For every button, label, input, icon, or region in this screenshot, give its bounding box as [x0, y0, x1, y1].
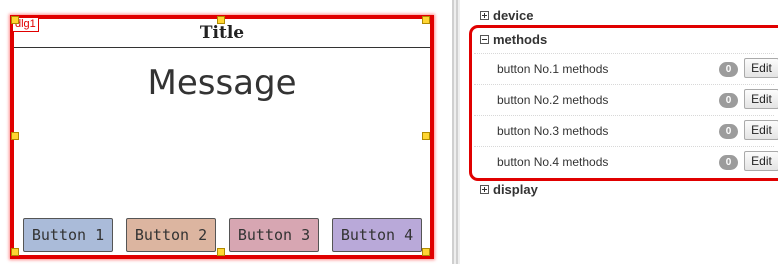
method-label: button No.2 methods — [497, 93, 609, 107]
edit-button-3[interactable]: Edit — [744, 120, 778, 140]
collapse-icon[interactable] — [480, 35, 489, 45]
design-canvas[interactable]: Title Message Button 1 Button 2 Button 3… — [0, 0, 452, 264]
section-display-label: display — [493, 182, 538, 197]
dialog-button-3[interactable]: Button 3 — [229, 218, 319, 252]
edit-button-1[interactable]: Edit — [744, 58, 778, 78]
method-row-3[interactable]: button No.3 methods 0 Edit — [474, 115, 778, 147]
edit-button-2[interactable]: Edit — [744, 89, 778, 109]
resize-handle-bottom[interactable] — [217, 248, 225, 256]
method-row-1[interactable]: button No.1 methods 0 Edit — [474, 53, 778, 85]
dialog-button-4[interactable]: Button 4 — [332, 218, 422, 252]
method-row-4[interactable]: button No.4 methods 0 Edit — [474, 146, 778, 178]
resize-handle-bottom-left[interactable] — [11, 248, 19, 256]
resize-handle-top-right[interactable] — [422, 16, 430, 24]
dialog-button-2[interactable]: Button 2 — [126, 218, 216, 252]
expand-icon[interactable] — [480, 11, 489, 21]
section-display[interactable]: display — [480, 182, 538, 198]
resize-handle-left[interactable] — [11, 132, 19, 140]
method-label: button No.1 methods — [497, 62, 609, 76]
dialog-button-1[interactable]: Button 1 — [23, 218, 113, 252]
section-methods-label: methods — [493, 32, 548, 47]
property-panel: device methods button No.1 methods 0 Edi… — [460, 0, 778, 264]
panel-splitter[interactable] — [452, 0, 460, 264]
dialog-preview[interactable]: Title Message Button 1 Button 2 Button 3… — [10, 15, 434, 259]
method-label: button No.3 methods — [497, 124, 609, 138]
method-count-badge: 0 — [719, 124, 738, 139]
edit-button-4[interactable]: Edit — [744, 151, 778, 171]
resize-handle-right[interactable] — [422, 132, 430, 140]
expand-icon[interactable] — [480, 185, 489, 195]
method-row-2[interactable]: button No.2 methods 0 Edit — [474, 84, 778, 116]
section-device[interactable]: device — [480, 8, 533, 24]
method-label: button No.4 methods — [497, 155, 609, 169]
method-count-badge: 0 — [719, 62, 738, 77]
section-device-label: device — [493, 8, 534, 23]
resize-handle-bottom-right[interactable] — [422, 248, 430, 256]
section-methods[interactable]: methods — [480, 32, 547, 48]
method-count-badge: 0 — [719, 93, 738, 108]
resize-handle-top[interactable] — [217, 16, 225, 24]
dialog-message[interactable]: Message — [14, 63, 430, 103]
method-count-badge: 0 — [719, 155, 738, 170]
resize-handle-top-left[interactable] — [11, 16, 19, 24]
